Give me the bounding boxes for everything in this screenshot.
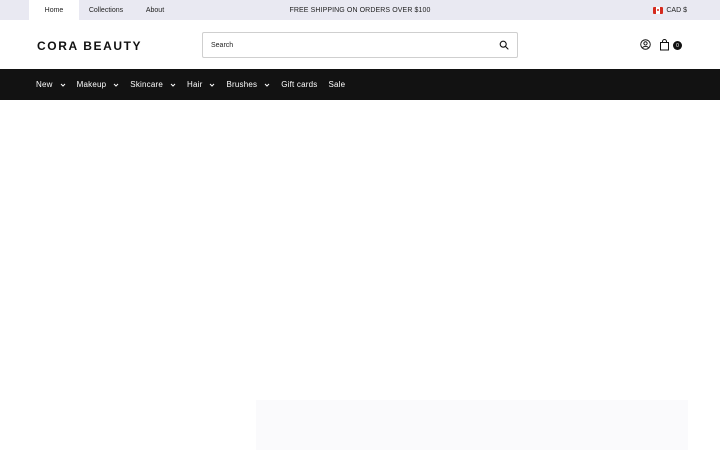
nav-item-gift-cards[interactable]: Gift cards bbox=[281, 80, 317, 89]
nav-item-label: Sale bbox=[328, 80, 346, 89]
currency-selector[interactable]: CAD $ bbox=[653, 0, 687, 20]
nav-item-label: New bbox=[36, 80, 53, 89]
tab-about[interactable]: About bbox=[133, 0, 177, 20]
search-icon[interactable] bbox=[499, 40, 509, 50]
cart-icon[interactable] bbox=[659, 39, 670, 51]
nav-item-label: Gift cards bbox=[281, 80, 318, 89]
canada-flag-icon bbox=[653, 6, 664, 14]
search-input[interactable]: Search bbox=[202, 32, 518, 58]
nav-item-hair[interactable]: Hair bbox=[187, 80, 215, 89]
tab-home[interactable]: Home bbox=[29, 0, 79, 20]
top-tabs: Home Collections About bbox=[29, 0, 177, 20]
tab-collections[interactable]: Collections bbox=[79, 0, 133, 20]
chevron-down-icon bbox=[170, 83, 176, 87]
nav-item-label: Skincare bbox=[130, 80, 164, 89]
chevron-down-icon bbox=[264, 83, 270, 87]
main-nav: New Makeup Skincare Hair Brushes Gift ca… bbox=[0, 69, 720, 100]
account-icon[interactable] bbox=[640, 39, 651, 50]
nav-item-new[interactable]: New bbox=[36, 80, 66, 89]
nav-item-brushes[interactable]: Brushes bbox=[226, 80, 270, 89]
nav-item-makeup[interactable]: Makeup bbox=[77, 80, 120, 89]
store-logo[interactable]: CORA BEAUTY bbox=[37, 39, 142, 53]
nav-item-label: Brushes bbox=[226, 80, 258, 89]
nav-item-label: Makeup bbox=[76, 80, 107, 89]
chevron-down-icon bbox=[210, 83, 215, 87]
chevron-down-icon bbox=[113, 83, 119, 87]
nav-item-skincare[interactable]: Skincare bbox=[130, 80, 176, 89]
nav-item-sale[interactable]: Sale bbox=[328, 80, 345, 89]
currency-label: CAD $ bbox=[666, 6, 687, 14]
content-placeholder bbox=[256, 400, 688, 450]
site-header: CORA BEAUTY Search 0 bbox=[0, 20, 720, 70]
nav-item-label: Hair bbox=[187, 80, 203, 89]
announcement-bar: FREE SHIPPING ON ORDERS OVER $100 Home C… bbox=[0, 0, 720, 20]
chevron-down-icon bbox=[60, 83, 65, 87]
search-placeholder: Search bbox=[211, 41, 234, 49]
cart-count-badge: 0 bbox=[673, 41, 682, 50]
